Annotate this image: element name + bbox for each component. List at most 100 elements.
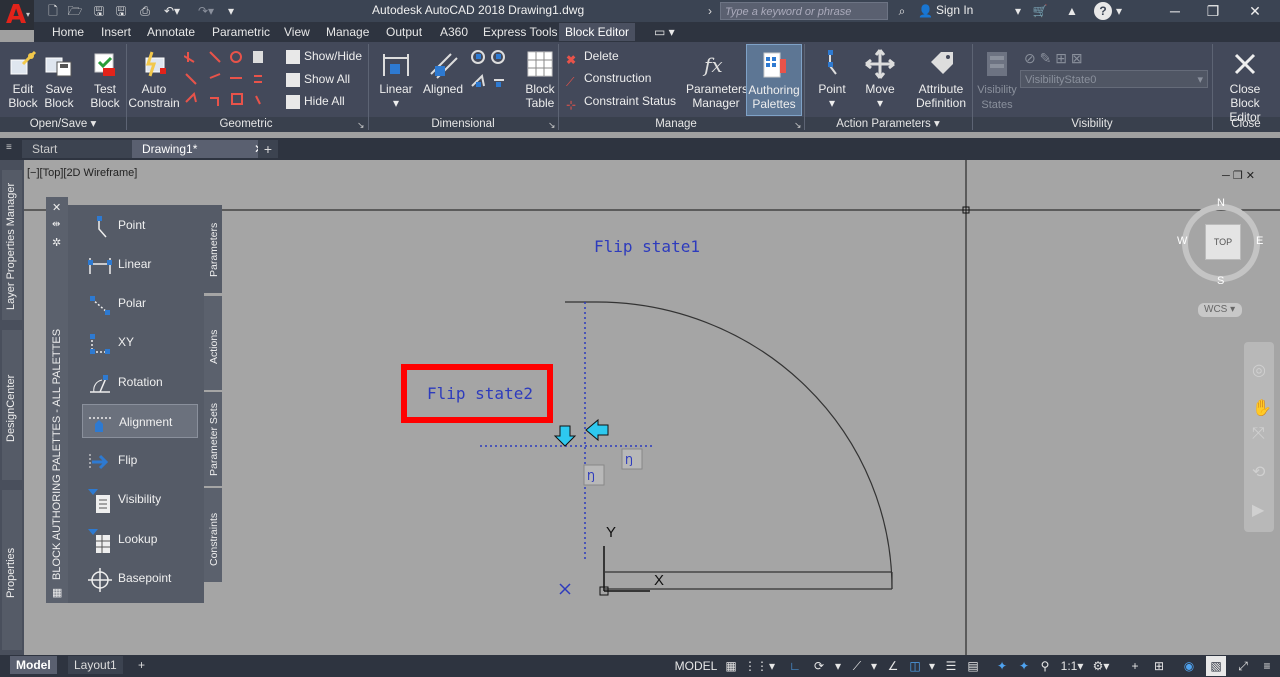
hide-all-button[interactable]: Hide All	[286, 91, 345, 111]
add-layout-button[interactable]: +	[132, 656, 151, 674]
tab-model[interactable]: Model	[10, 656, 57, 674]
tab-manage[interactable]: Manage	[320, 23, 375, 41]
panel-launcher-icon[interactable]: ↘	[548, 120, 556, 131]
exchange-icon[interactable]: ▲	[1062, 2, 1082, 20]
clean-screen-icon[interactable]: ⤢	[1234, 656, 1252, 676]
close-window-button[interactable]: ✕	[1236, 1, 1274, 21]
palette-item-rotation[interactable]: Rotation	[82, 365, 198, 399]
chevron-down-icon[interactable]: ▾	[926, 656, 938, 676]
edit-block-button[interactable]: Edit Block	[4, 44, 42, 116]
flip-grip-left[interactable]	[586, 420, 610, 442]
model-space-button[interactable]: MODEL	[674, 656, 718, 676]
print-icon[interactable]: ⎙	[136, 2, 154, 20]
panel-label-action-parameters[interactable]: Action Parameters ▾	[804, 117, 972, 132]
redo-icon[interactable]: ↷▾	[192, 2, 220, 20]
viewport-window-controls[interactable]: ─ ❐ ✕	[1222, 169, 1255, 182]
auto-constrain-button[interactable]: Auto Constrain	[128, 44, 180, 116]
tab-menu-icon[interactable]: ≡	[6, 142, 16, 156]
object-snap-tracking-icon[interactable]: ∠	[884, 656, 902, 676]
geometric-constraint-icons[interactable]	[184, 48, 268, 110]
test-block-button[interactable]: Test Block	[86, 44, 124, 116]
save-as-icon[interactable]: 🖫	[112, 2, 130, 20]
grid-icon[interactable]: ▦	[722, 656, 740, 676]
flip-grip-down[interactable]	[555, 422, 575, 442]
binoculars-icon[interactable]: ⌕	[892, 2, 912, 20]
designcenter-tab[interactable]: DesignCenter	[2, 330, 22, 480]
tab-start[interactable]: Start	[22, 140, 132, 158]
orbit-icon[interactable]: ⟲	[1252, 462, 1265, 482]
palette-item-linear[interactable]: Linear	[82, 247, 198, 281]
search-expand-icon[interactable]: ›	[708, 2, 718, 20]
tab-express-tools[interactable]: Express Tools	[477, 23, 563, 41]
chevron-down-icon[interactable]: ▾	[1012, 2, 1024, 20]
show-hide-button[interactable]: Show/Hide	[286, 46, 362, 66]
ribbon-options-icon[interactable]: ▭ ▾	[648, 23, 681, 41]
palette-tab-actions[interactable]: Actions	[204, 296, 222, 390]
save-block-button[interactable]: Save Block	[42, 44, 76, 116]
chevron-down-icon[interactable]: ▾	[766, 656, 778, 676]
layer-properties-manager-tab[interactable]: Layer Properties Manager	[2, 170, 22, 320]
tab-a360[interactable]: A360	[434, 23, 474, 41]
auto-scale-icon[interactable]: ✦	[1014, 656, 1034, 676]
cart-icon[interactable]: 🛒	[1030, 2, 1050, 20]
isodraft-icon[interactable]: ⟋	[848, 656, 866, 676]
visibility-state-dropdown[interactable]: VisibilityState0 ▾	[1020, 70, 1208, 88]
block-table-button[interactable]: Block Table	[520, 44, 560, 116]
constraint-status-button[interactable]: ⊹ Constraint Status	[566, 91, 676, 112]
steering-wheel-icon[interactable]: ◎	[1252, 360, 1266, 380]
annotation-visibility-icon[interactable]: ✦	[992, 656, 1012, 676]
panel-launcher-icon[interactable]: ↘	[794, 120, 802, 131]
palette-menu-icon[interactable]: ▦	[52, 586, 62, 599]
panel-launcher-icon[interactable]: ↘	[357, 120, 365, 131]
workspace-gear-icon[interactable]: ⚙▾	[1090, 656, 1112, 676]
linear-dimension-button[interactable]: Linear ▾	[376, 44, 416, 116]
viewcube-north[interactable]: N	[1217, 197, 1225, 209]
viewcube-south[interactable]: S	[1217, 275, 1224, 287]
snap-icon[interactable]: ⋮⋮	[744, 656, 768, 676]
help-icon[interactable]: ?	[1094, 2, 1112, 20]
panel-label-manage[interactable]: Manage	[558, 117, 794, 132]
tab-home[interactable]: Home	[46, 23, 90, 41]
palette-item-xy[interactable]: XY	[82, 325, 198, 359]
showmotion-icon[interactable]: ▶	[1252, 500, 1264, 520]
chevron-down-icon[interactable]: ▾	[868, 656, 880, 676]
point-parameter-button[interactable]: Point ▾	[812, 44, 852, 116]
close-palette-icon[interactable]: ✕	[52, 201, 61, 214]
annotation-scale-icon[interactable]: ⚲	[1036, 656, 1054, 676]
tab-view[interactable]: View	[278, 23, 316, 41]
pan-icon[interactable]: ✋	[1252, 398, 1272, 418]
new-file-icon[interactable]: 🗋	[44, 2, 62, 20]
tab-layout1[interactable]: Layout1	[68, 656, 123, 674]
flip-parameter-marker-2[interactable]	[622, 289, 642, 309]
sign-in-button[interactable]: Sign In	[936, 3, 973, 17]
panel-label-geometric[interactable]: Geometric	[126, 117, 366, 132]
move-action-button[interactable]: Move ▾	[860, 44, 900, 116]
ortho-icon[interactable]: ∟	[786, 656, 804, 676]
new-tab-button[interactable]: +	[258, 140, 278, 158]
panel-label-dimensional[interactable]: Dimensional	[368, 117, 558, 132]
qat-dropdown-icon[interactable]: ▾	[224, 2, 238, 20]
flip-parameter-marker-1[interactable]	[584, 305, 604, 325]
palette-item-lookup[interactable]: Lookup	[82, 522, 198, 556]
restore-button[interactable]: ❐	[1194, 1, 1232, 21]
tab-drawing1[interactable]: Drawing1*✕	[132, 140, 272, 158]
tab-insert[interactable]: Insert	[95, 23, 137, 41]
palette-tab-parameters[interactable]: Parameters	[204, 205, 222, 293]
annotation-scale-value[interactable]: 1:1▾	[1058, 656, 1086, 676]
construction-button[interactable]: ⟋ Construction	[566, 68, 651, 89]
palette-properties-icon[interactable]: ✲	[52, 236, 61, 249]
undo-icon[interactable]: ↶▾	[158, 2, 186, 20]
minimize-button[interactable]: ─	[1156, 1, 1194, 21]
show-all-button[interactable]: Show All	[286, 69, 350, 89]
autohide-icon[interactable]: ⇹	[52, 219, 60, 230]
transparency-icon[interactable]: ▤	[964, 656, 982, 676]
units-icon[interactable]: ⊞	[1150, 656, 1168, 676]
properties-tab[interactable]: Properties	[2, 490, 22, 650]
search-input[interactable]: Type a keyword or phrase	[720, 2, 888, 20]
chevron-down-icon[interactable]: ▾	[1114, 2, 1124, 20]
viewcube-top-face[interactable]: TOP	[1205, 224, 1241, 260]
tab-annotate[interactable]: Annotate	[141, 23, 201, 41]
tab-block-editor[interactable]: Block Editor	[559, 23, 636, 41]
palette-item-polar[interactable]: Polar	[82, 286, 198, 320]
palette-tab-constraints[interactable]: Constraints	[204, 488, 222, 582]
